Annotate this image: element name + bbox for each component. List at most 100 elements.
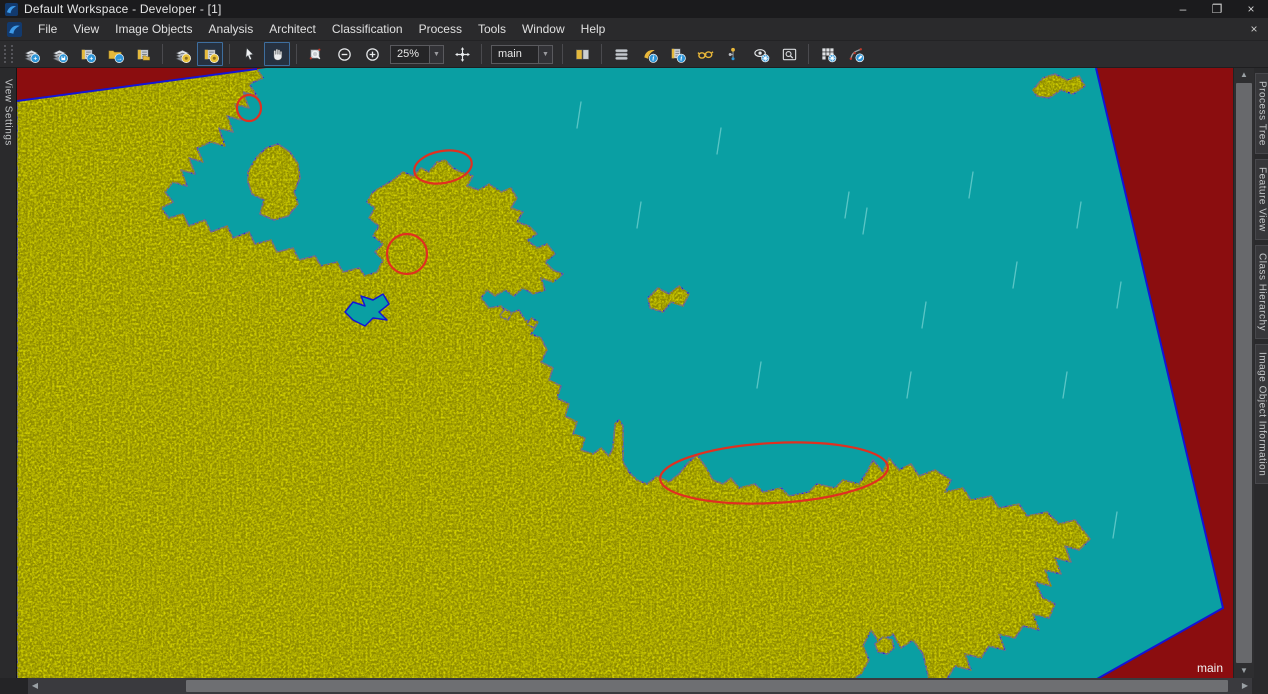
cursor-icon	[241, 46, 258, 63]
scroll-down-icon[interactable]: ▼	[1234, 664, 1254, 678]
classified-image[interactable]	[17, 68, 1233, 678]
map-name-label: main	[1197, 661, 1223, 675]
splitWin-icon	[574, 46, 591, 63]
hand-icon	[269, 46, 286, 63]
svg-text:i: i	[652, 54, 654, 62]
glasses-icon	[697, 46, 714, 63]
menu-tools[interactable]: Tools	[470, 19, 514, 39]
title-bar: Default Workspace - Developer - [1] – ❐ …	[0, 0, 1268, 18]
zoomOut-icon	[336, 46, 353, 63]
minimize-button[interactable]: –	[1166, 0, 1200, 18]
tab-view-settings[interactable]: View Settings	[2, 72, 15, 153]
split-window-button[interactable]	[569, 42, 595, 66]
scroll-up-icon[interactable]: ▲	[1234, 68, 1254, 82]
create-new-workspace-button[interactable]: +	[74, 42, 100, 66]
panelPlus-icon: +	[79, 46, 96, 63]
zoom-in-button[interactable]	[359, 42, 385, 66]
zoom-out-button[interactable]	[331, 42, 357, 66]
menu-process[interactable]: Process	[411, 19, 470, 39]
menu-bar: FileViewImage ObjectsAnalysisArchitectCl…	[0, 18, 1268, 41]
tab-feature-view[interactable]: Feature View	[1255, 159, 1268, 240]
vertical-scrollbar[interactable]: ▲ ▼	[1233, 68, 1254, 678]
panelFolder-icon	[135, 46, 152, 63]
map-select-value: main	[492, 48, 538, 60]
image-object-information-button[interactable]: i	[664, 42, 690, 66]
menu-architect[interactable]: Architect	[261, 19, 324, 39]
toolbar-separator	[808, 44, 809, 64]
toolbar-grip[interactable]	[4, 45, 13, 63]
areaZoom-icon	[308, 46, 325, 63]
toolbar-separator	[481, 44, 482, 64]
close-button[interactable]: ×	[1234, 0, 1268, 18]
menu-analysis[interactable]: Analysis	[201, 19, 262, 39]
stackCoin-icon	[174, 46, 191, 63]
open-project-button[interactable]: →	[102, 42, 128, 66]
stackSave-icon	[51, 46, 68, 63]
chevron-down-icon[interactable]: ▼	[538, 46, 552, 63]
scroll-left-icon[interactable]: ◀	[28, 678, 42, 694]
edit-thematic-layers-button[interactable]	[843, 42, 869, 66]
open-workspace-button[interactable]	[130, 42, 156, 66]
manage-customized-features-button[interactable]	[815, 42, 841, 66]
zoom-level-select[interactable]: 25%▼	[390, 45, 444, 64]
view-classification-button[interactable]	[197, 42, 223, 66]
horizontal-scroll-thumb[interactable]	[186, 680, 1228, 692]
docInfo-icon: i	[669, 46, 686, 63]
right-panel-strip: Process Tree Feature View Class Hierarchy I…	[1254, 68, 1268, 678]
view-layer-button[interactable]	[169, 42, 195, 66]
show-3d-view-button[interactable]	[692, 42, 718, 66]
chevron-down-icon[interactable]: ▼	[429, 46, 443, 63]
vertical-scroll-thumb[interactable]	[1236, 83, 1252, 663]
area-zoom-button[interactable]	[303, 42, 329, 66]
pan-window-button[interactable]	[449, 42, 475, 66]
panWindow-icon	[454, 46, 471, 63]
svg-text:→: →	[115, 55, 122, 62]
findBox-icon	[781, 46, 798, 63]
tab-class-hierarchy[interactable]: Class Hierarchy	[1255, 245, 1268, 339]
map-select[interactable]: main▼	[491, 45, 553, 64]
toolbar-separator	[229, 44, 230, 64]
scroll-right-icon[interactable]: ▶	[1238, 678, 1252, 694]
pan-tool-button[interactable]	[264, 42, 290, 66]
svg-text:+: +	[33, 55, 37, 62]
toolbar: ++→25%▼main▼ii	[0, 41, 1268, 68]
normal-cursor-button[interactable]	[236, 42, 262, 66]
horizontal-scrollbar[interactable]: ◀ ▶	[28, 678, 1252, 694]
tab-image-object-information[interactable]: Image Object Information	[1255, 344, 1268, 484]
treeDots-icon	[725, 46, 742, 63]
menu-logo-icon	[7, 22, 22, 37]
zoomIn-icon	[364, 46, 381, 63]
menu-file[interactable]: File	[30, 19, 65, 39]
save-project-button[interactable]	[46, 42, 72, 66]
left-panel-strip: View Settings	[0, 68, 16, 678]
menu-items: FileViewImage ObjectsAnalysisArchitectCl…	[30, 22, 613, 36]
svg-text:+: +	[89, 55, 93, 62]
folderIn-icon: →	[107, 46, 124, 63]
restore-button[interactable]: ❐	[1200, 0, 1234, 18]
bars-icon	[613, 46, 630, 63]
edit-highlight-colors-button[interactable]	[748, 42, 774, 66]
app-logo-icon	[5, 3, 18, 16]
object-hierarchy-button[interactable]	[720, 42, 746, 66]
menu-classification[interactable]: Classification	[324, 19, 411, 39]
tab-process-tree[interactable]: Process Tree	[1255, 73, 1268, 154]
image-view[interactable]: main	[16, 68, 1233, 678]
create-new-project-button[interactable]: +	[18, 42, 44, 66]
zoom-level-select-value: 25%	[391, 48, 429, 60]
view-settings-info-button[interactable]: i	[636, 42, 662, 66]
menu-window[interactable]: Window	[514, 19, 573, 39]
stackPlus-icon: +	[23, 46, 40, 63]
panelCoin-icon	[202, 46, 219, 63]
edit-image-layer-mixing-button[interactable]	[608, 42, 634, 66]
menu-help[interactable]: Help	[573, 19, 614, 39]
curvePencil-icon	[848, 46, 865, 63]
toolbar-separator	[296, 44, 297, 64]
zoom-scene-to-window-button[interactable]	[776, 42, 802, 66]
menu-image-objects[interactable]: Image Objects	[107, 19, 200, 39]
menu-view[interactable]: View	[65, 19, 107, 39]
toolbar-separator	[601, 44, 602, 64]
scrollbar-corner-right	[1252, 678, 1268, 694]
svg-text:i: i	[680, 54, 682, 62]
document-close-icon[interactable]: ×	[1240, 22, 1268, 36]
window-title: Default Workspace - Developer - [1]	[24, 2, 1166, 16]
